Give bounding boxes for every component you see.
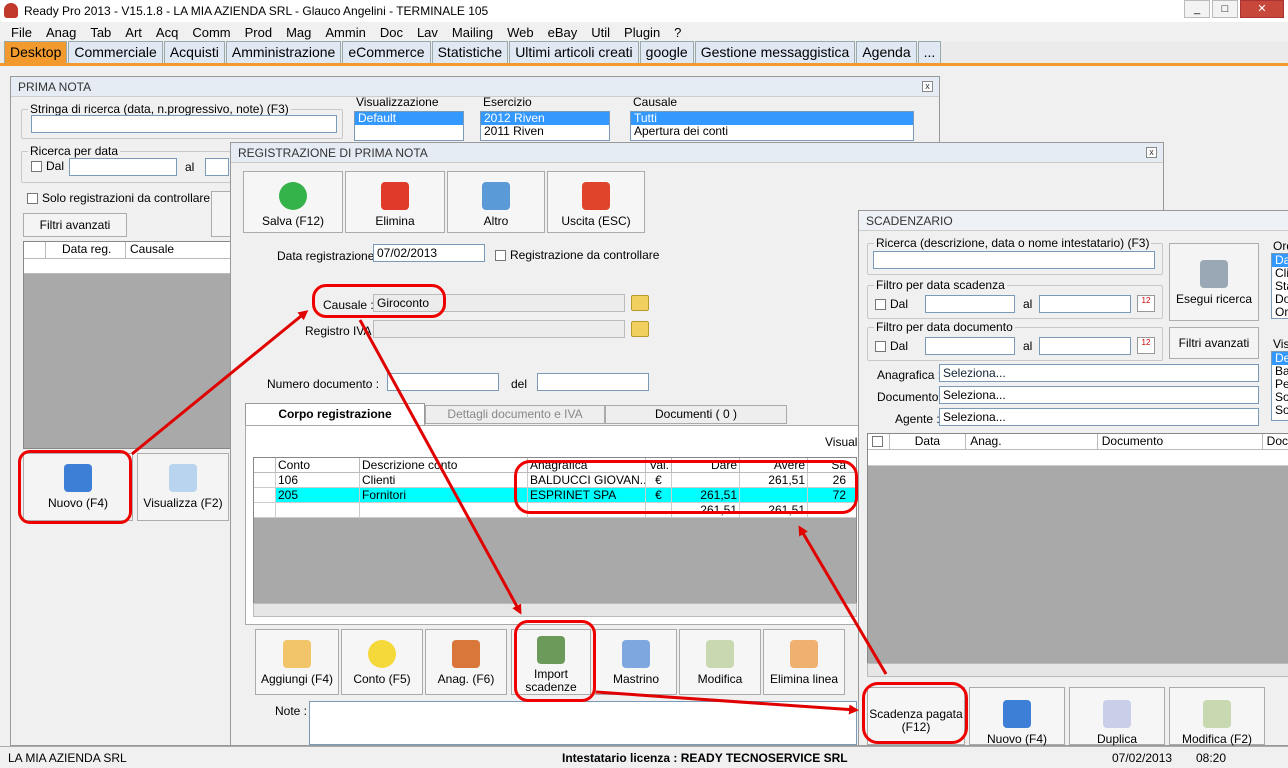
status-time: 08:20 (1196, 751, 1227, 765)
annotation-arrows (131, 310, 888, 715)
status-date: 07/02/2013 (1112, 751, 1173, 765)
status-license: Intestatario licenza : READY TECNOSERVIC… (562, 751, 848, 765)
status-company: LA MIA AZIENDA SRL (8, 751, 127, 765)
status-bar: LA MIA AZIENDA SRL Intestatario licenza … (0, 746, 1288, 768)
